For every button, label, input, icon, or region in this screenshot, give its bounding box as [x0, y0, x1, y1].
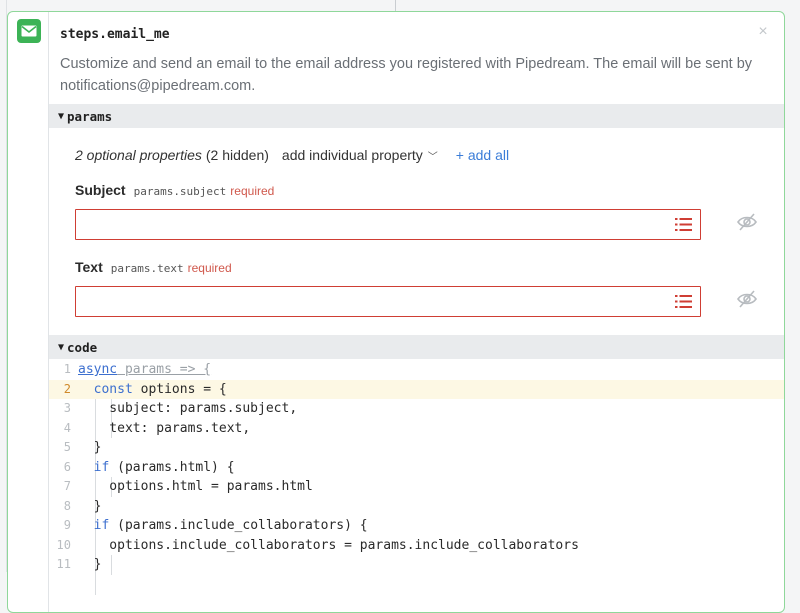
code-keyword: if [93, 518, 110, 533]
code-section-label: code [67, 339, 98, 355]
field-path: params.text [110, 262, 184, 275]
code-line[interactable]: 5 } [49, 438, 784, 458]
optional-properties-bar: 2 optional properties (2 hidden) add ind… [75, 147, 509, 163]
code-text: if (params.html) { [78, 458, 235, 478]
code-line[interactable]: 4 text: params.text, [49, 419, 784, 439]
line-number: 1 [63, 362, 71, 376]
line-number: 6 [63, 459, 71, 474]
list-icon[interactable] [675, 294, 692, 309]
code-line[interactable]: 3 subject: params.subject, [49, 399, 784, 419]
eye-slash-icon[interactable] [736, 213, 758, 231]
code-line[interactable]: 7 options.html = params.html [49, 477, 784, 497]
subject-input[interactable] [76, 210, 682, 239]
code-text: options.include_collaborators = params.i… [78, 537, 579, 553]
params-section-label: params [67, 108, 113, 124]
line-number: 8 [63, 498, 71, 513]
code-line[interactable]: 1 async params => { [49, 360, 784, 380]
code-fragment: (params.include_collaborators) { [109, 518, 368, 533]
code-keyword: if [93, 459, 110, 475]
code-text: subject: params.subject, [78, 401, 298, 416]
code-text: text: params.text, [78, 420, 251, 436]
add-individual-property-label: add individual property [281, 147, 423, 163]
subject-field-label: Subject params.subject required [75, 182, 274, 198]
code-text: } [78, 440, 102, 455]
code-text: if (params.include_collaborators) { [78, 516, 368, 536]
line-number: 2 [63, 381, 71, 396]
right-rail [785, 0, 800, 572]
step-description: Customize and send an email to the email… [60, 56, 753, 94]
required-badge: required [230, 184, 275, 198]
code-text: async params => { [78, 360, 211, 380]
chevron-down-icon: ﹀ [427, 152, 438, 163]
add-all-link[interactable]: + add all [456, 147, 509, 163]
params-section-header[interactable]: ▼ params [49, 104, 784, 128]
mail-icon [17, 19, 41, 43]
line-number: 4 [63, 420, 71, 435]
required-badge: required [187, 261, 232, 275]
line-number: 5 [63, 440, 71, 454]
field-path: params.subject [133, 185, 227, 198]
line-number: 3 [63, 401, 71, 415]
code-text: const options = { [78, 380, 227, 400]
code-fragment: options = { [132, 381, 227, 397]
add-individual-property-dropdown[interactable]: add individual property ﹀ [282, 147, 438, 163]
close-icon[interactable]: × [756, 24, 770, 40]
list-icon[interactable] [675, 217, 692, 232]
caret-down-icon: ▼ [58, 341, 65, 353]
hidden-properties-count: (2 hidden) [205, 147, 269, 163]
optional-properties-count: 2 optional properties [75, 147, 202, 163]
code-editor[interactable]: 1 async params => {2 const options = {3 s… [49, 360, 784, 612]
code-text: } [78, 498, 102, 514]
code-keyword: const [93, 381, 133, 397]
line-number: 10 [56, 537, 71, 552]
left-rail [0, 0, 7, 572]
code-line[interactable]: 9 if (params.include_collaborators) { [49, 516, 784, 536]
code-line[interactable]: 2 const options = { [49, 379, 784, 400]
code-fragment: params => { [117, 362, 212, 377]
line-number: 9 [63, 518, 71, 532]
code-line[interactable]: 6 if (params.html) { [49, 458, 784, 478]
code-line[interactable]: 10 options.include_collaborators = param… [49, 536, 784, 556]
subject-field [75, 209, 701, 240]
code-fragment: (params.html) { [109, 459, 235, 475]
text-input[interactable] [76, 287, 682, 316]
code-line[interactable]: 8 } [49, 497, 784, 517]
code-keyword: async [78, 362, 118, 377]
caret-down-icon: ▼ [58, 110, 65, 122]
code-section-header[interactable]: ▼ code [49, 335, 784, 359]
code-text: options.html = params.html [78, 479, 313, 494]
text-field [75, 286, 701, 317]
eye-slash-icon[interactable] [736, 290, 758, 308]
step-card: steps.email_me × Customize and send an e… [7, 11, 785, 613]
top-connector-line [395, 0, 396, 11]
field-name: Subject [75, 182, 126, 198]
line-number: 7 [63, 479, 71, 493]
field-name: Text [75, 259, 103, 275]
step-title[interactable]: steps.email_me [60, 27, 170, 42]
text-field-label: Text params.text required [75, 259, 232, 275]
